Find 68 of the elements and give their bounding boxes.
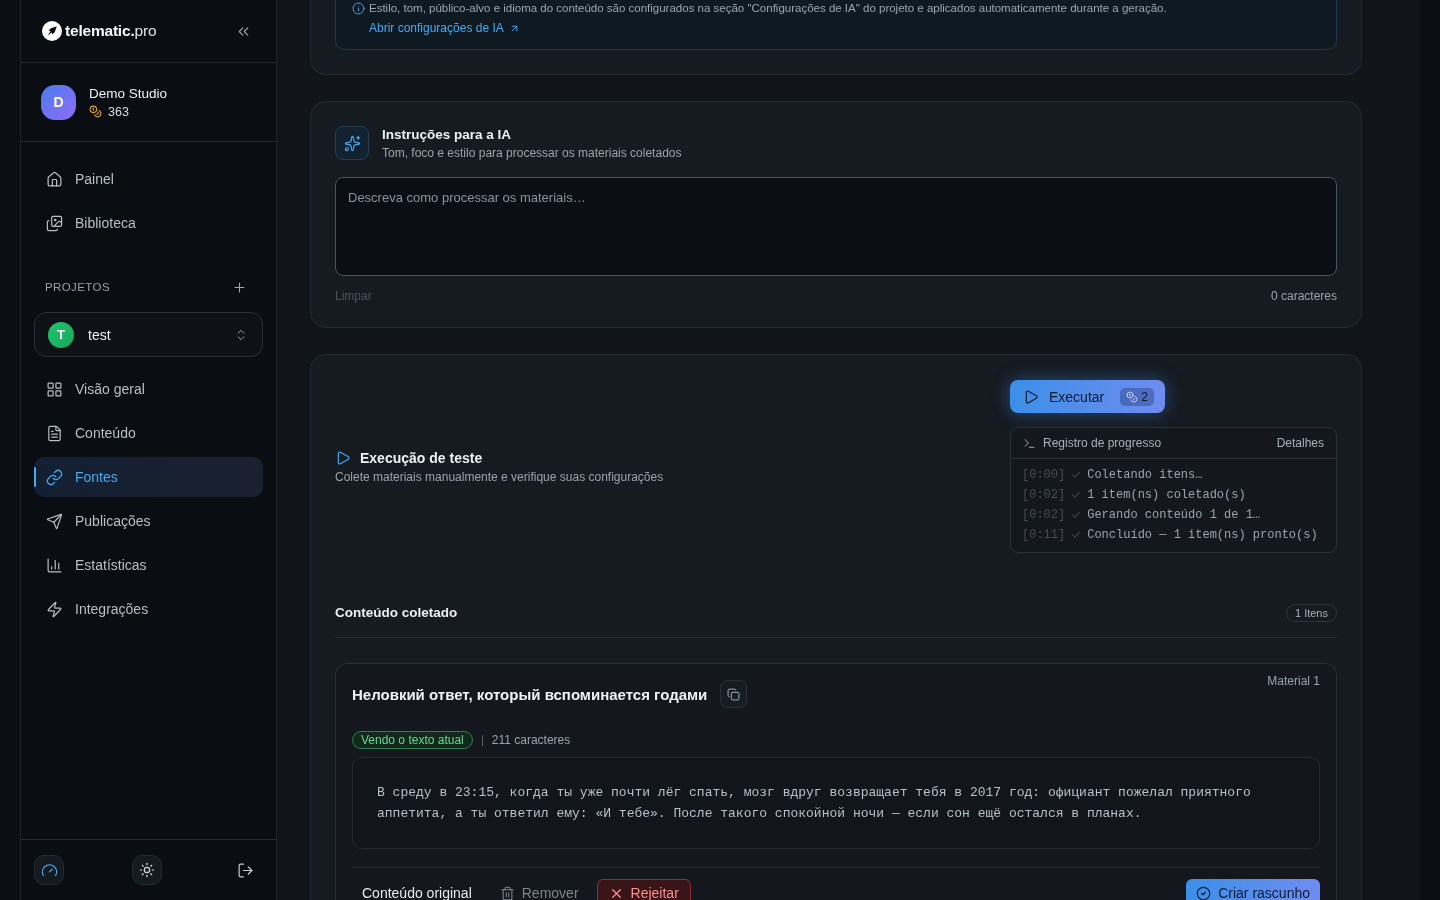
circle-check-icon — [1196, 885, 1212, 900]
logo-text: telematic.pro — [65, 22, 157, 40]
plus-icon — [231, 279, 247, 295]
run-button[interactable]: Executar 2 — [1010, 380, 1165, 413]
details-button[interactable]: Detalhes — [1276, 436, 1324, 450]
section-subtitle: Colete materiais manualmente e verifique suas configurações — [335, 469, 664, 484]
gauge-button[interactable] — [34, 855, 64, 885]
logout-icon — [236, 861, 254, 879]
play-icon — [335, 449, 351, 466]
logo-icon — [42, 21, 62, 41]
nav-item[interactable]: Painel — [34, 159, 263, 199]
log-title: Registro de progresso — [1043, 436, 1162, 450]
log-message: Concluído — 1 item(ns) pronto(s) — [1087, 528, 1318, 542]
lightning-icon — [46, 600, 63, 618]
info-icon — [352, 1, 365, 15]
section-title: Execução de teste — [360, 449, 483, 466]
copy-button[interactable] — [720, 680, 748, 708]
document-icon — [46, 424, 63, 442]
log-message: Gerando conteúdo 1 de 1… — [1087, 508, 1261, 522]
nav-item[interactable]: Biblioteca — [34, 203, 263, 243]
character-count: 211 caracteres — [491, 733, 571, 747]
nav-item[interactable]: Estatísticas — [34, 545, 263, 585]
play-icon — [1023, 388, 1039, 405]
character-count: 0 caracteres — [1270, 289, 1337, 303]
instructions-field[interactable]: Descreva como processar os materiais… — [335, 177, 1337, 276]
nav-item[interactable]: Integrações — [34, 589, 263, 629]
coins-icon — [89, 105, 102, 118]
ai-settings-link[interactable]: Abrir configurações de IA — [369, 21, 520, 35]
sun-icon — [139, 862, 155, 878]
account-avatar: D — [41, 84, 76, 120]
nav-item[interactable]: Visão geral — [34, 369, 263, 409]
coins-icon — [1126, 390, 1139, 403]
sparkles-icon — [335, 126, 369, 160]
log-message: 1 item(ns) coletado(s) — [1087, 488, 1246, 502]
account-name: Demo Studio — [89, 85, 168, 101]
create-draft-button[interactable]: Criar rascunho — [1186, 879, 1320, 900]
status-badge: Vendo o texto atual — [352, 731, 473, 749]
material-label: Material 1 — [1267, 674, 1320, 688]
nav-item[interactable]: Fontes — [34, 457, 263, 497]
material-title: Неловкий ответ, который вспоминается годами — [352, 685, 708, 703]
cost-value: 2 — [1141, 389, 1148, 404]
copy-icon — [727, 687, 741, 701]
info-text: Estilo, tom, público-alvo e idioma do conteúdo são configurados na seção "Configurações de IA" do projeto e aplicados automaticamente durante a geração. — [369, 1, 1167, 15]
section-subtitle: Tom, foco e estilo para processar os materiais coletados — [382, 145, 682, 160]
gauge-icon — [40, 861, 58, 879]
credits-count: 363 — [108, 104, 129, 119]
section-title: Instruções para a IA — [382, 126, 513, 142]
reject-button[interactable]: Rejeitar — [596, 879, 691, 900]
paper-plane-icon — [46, 512, 63, 530]
material-text: В среду в 23:15, когда ты уже почти лёг спать, мозг вдруг возвращает тебя в 2017 год: официант пожелал приятного аппетита, а ты ответил ему: «И тебе». После такого спокойной ночи — если сон ещё остался в планах. — [352, 757, 1320, 849]
add-project-button[interactable] — [231, 279, 247, 295]
images-icon — [46, 214, 63, 232]
terminal-icon — [1023, 436, 1036, 450]
theme-button[interactable] — [132, 855, 162, 885]
collected-title: Conteúdo coletado — [335, 605, 458, 620]
original-content-button[interactable]: Conteúdo original — [352, 879, 482, 900]
project-selector[interactable]: T test — [34, 312, 263, 357]
log-message: Coletando itens… — [1087, 468, 1203, 482]
grid-icon — [46, 380, 63, 398]
projects-heading: PROJETOS — [45, 281, 110, 293]
link-icon — [46, 468, 63, 486]
house-icon — [46, 170, 63, 188]
bar-chart-icon — [46, 556, 63, 574]
project-avatar: T — [48, 321, 74, 348]
trash-icon — [499, 885, 515, 900]
nav-item[interactable]: Conteúdo — [34, 413, 263, 453]
remove-button[interactable]: Remover — [489, 879, 589, 900]
nav-item[interactable]: Publicações — [34, 501, 263, 541]
